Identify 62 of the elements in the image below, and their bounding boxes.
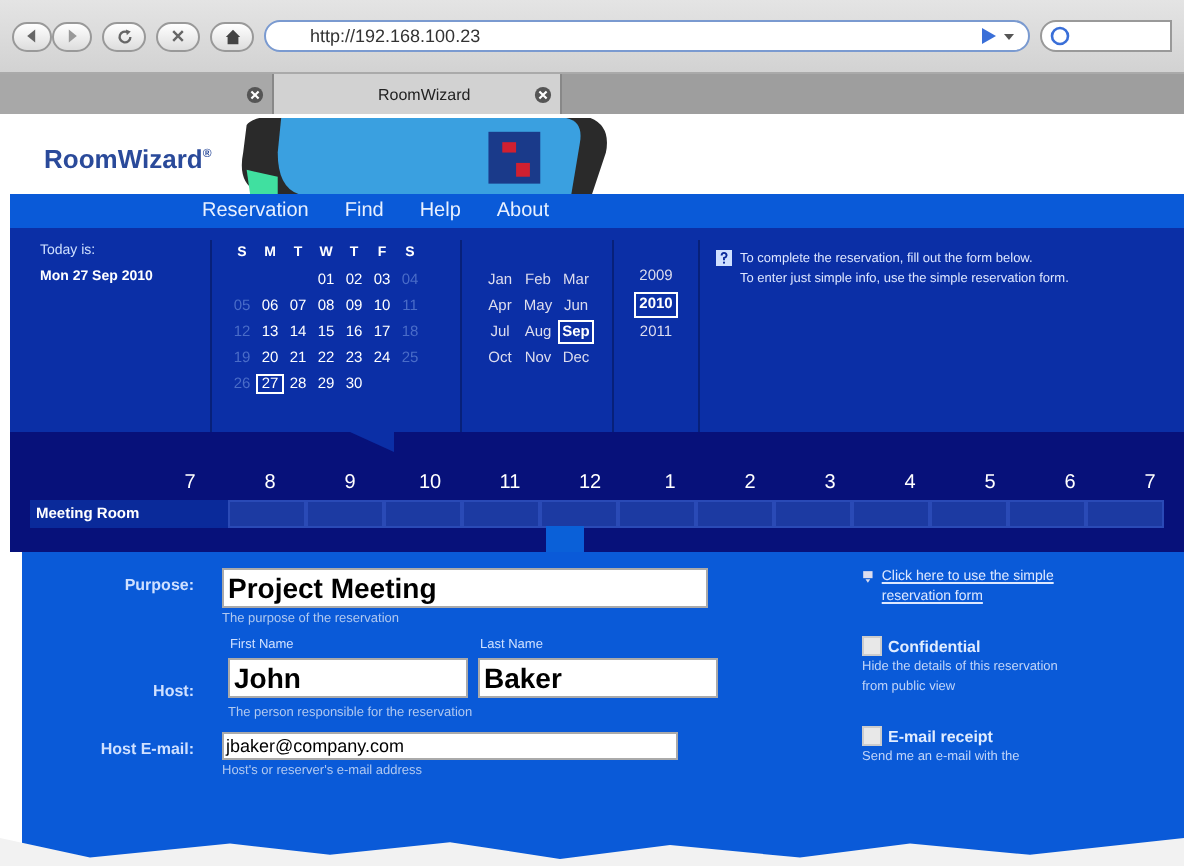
stop-icon: [170, 28, 186, 44]
time-slot[interactable]: [462, 500, 540, 528]
nav-link[interactable]: About: [496, 200, 550, 222]
forward-button[interactable]: [52, 21, 92, 51]
checkbox[interactable]: [862, 636, 882, 656]
hour-label: 6: [1062, 472, 1078, 496]
home-button[interactable]: [210, 21, 254, 51]
field-label: Host:: [151, 680, 196, 700]
go-icon: [980, 26, 1016, 46]
browser-tab[interactable]: [0, 74, 274, 114]
time-slot[interactable]: [306, 500, 384, 528]
hour-label: 12: [576, 472, 604, 496]
nav-link[interactable]: Help: [419, 200, 461, 222]
time-slot[interactable]: [852, 500, 930, 528]
hour-label: 4: [902, 472, 918, 496]
back-arrow-icon: [24, 28, 40, 44]
close-icon: [534, 85, 552, 103]
time-slot[interactable]: [1008, 500, 1086, 528]
address-bar[interactable]: http://192.168.100.23: [264, 20, 1030, 52]
hour-label: 8: [262, 472, 278, 496]
help-icon: [716, 250, 732, 266]
back-button[interactable]: [12, 21, 52, 51]
stop-button[interactable]: [156, 21, 200, 51]
option-label: E-mail receipt: [888, 727, 993, 745]
hour-label: 7: [1142, 472, 1158, 496]
option-label: Confidential: [888, 637, 981, 655]
hour-label: 11: [497, 472, 523, 496]
hour-label: 10: [416, 472, 444, 496]
browser-tab[interactable]: RoomWizard: [274, 74, 562, 114]
first-name-field[interactable]: John: [228, 658, 468, 698]
search-field[interactable]: [1040, 20, 1172, 52]
reload-icon: [115, 27, 133, 45]
time-slot[interactable]: [696, 500, 774, 528]
reload-button[interactable]: [102, 21, 146, 51]
time-slot[interactable]: [1086, 500, 1164, 528]
time-slot[interactable]: [228, 500, 306, 528]
hour-label: 5: [982, 472, 998, 496]
roomwizard-logo: RoomWizard$^{®}$: [44, 144, 214, 174]
hour-label: 2: [742, 472, 758, 496]
field-label: Host E-mail:: [98, 738, 196, 758]
field-label: Purpose:: [122, 574, 196, 594]
url-text: http://192.168.100.23: [310, 26, 483, 46]
time-slot[interactable]: [540, 500, 618, 528]
last-name-field[interactable]: Baker: [478, 658, 718, 698]
time-slot[interactable]: [774, 500, 852, 528]
checkbox[interactable]: [862, 726, 882, 746]
hour-label: 3: [822, 472, 838, 496]
email-field[interactable]: jbaker@company.com: [222, 732, 678, 760]
time-slot[interactable]: [384, 500, 462, 528]
hour-label: 7: [182, 472, 198, 496]
hour-label: 9: [342, 472, 358, 496]
nav-link[interactable]: Find: [344, 200, 384, 222]
hour-label: 1: [662, 472, 678, 496]
time-slot[interactable]: [618, 500, 696, 528]
purpose-field[interactable]: Project Meeting: [222, 568, 708, 608]
form-icon: [862, 568, 874, 586]
home-icon: [223, 27, 241, 45]
time-slot[interactable]: [930, 500, 1008, 528]
forward-arrow-icon: [64, 28, 80, 44]
nav-link[interactable]: Reservation: [202, 200, 309, 222]
search-engine-icon: [1050, 26, 1070, 46]
close-icon: [246, 85, 264, 103]
